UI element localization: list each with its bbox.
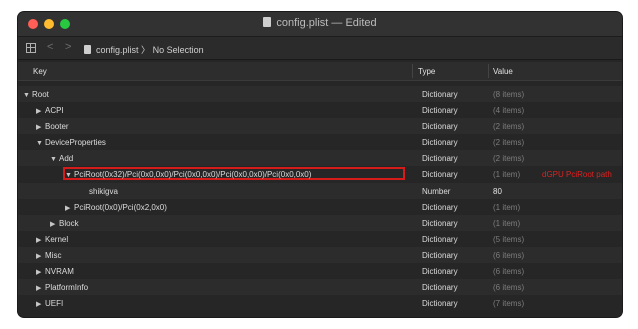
window-title: config.plist — Edited	[18, 17, 622, 29]
row-value: (5 items)	[493, 234, 525, 244]
file-icon	[84, 45, 91, 54]
plist-editor-window: config.plist — Edited < > config.plist 〉…	[18, 12, 622, 317]
disclosure-triangle-icon[interactable]: ▶	[36, 268, 45, 276]
row-nvram[interactable]: ▶ NVRAM Dictionary (6 items)	[18, 263, 622, 279]
disclosure-triangle-icon[interactable]: ▶	[36, 123, 45, 131]
row-type[interactable]: Dictionary	[422, 154, 458, 163]
breadcrumb-filename[interactable]: config.plist	[96, 45, 139, 55]
row-type[interactable]: Dictionary	[422, 122, 458, 131]
row-key: NVRAM	[45, 267, 74, 277]
row-key: ACPI	[45, 106, 64, 116]
row-key: UEFI	[45, 299, 64, 309]
row-value: (1 item)	[493, 218, 521, 228]
plist-outline: ▼ Root Dictionary (8 items) ▶ ACPI Diction…	[18, 86, 622, 311]
row-value[interactable]: 80	[493, 187, 502, 196]
disclosure-triangle-icon[interactable]: ▶	[36, 236, 45, 244]
disclosure-triangle-icon[interactable]: ▶	[36, 107, 45, 115]
row-type[interactable]: Dictionary	[422, 106, 458, 115]
row-platforminfo[interactable]: ▶ PlatformInfo Dictionary (6 items)	[18, 279, 622, 296]
disclosure-triangle-icon[interactable]: ▼	[50, 156, 59, 163]
row-type[interactable]: Dictionary	[422, 138, 458, 147]
row-value: (1 item)	[493, 170, 521, 180]
row-value: (2 items)	[493, 122, 525, 132]
row-value: (2 items)	[493, 154, 525, 164]
row-key: Block	[59, 218, 79, 228]
disclosure-triangle-icon[interactable]: ▶	[36, 252, 45, 260]
column-key[interactable]: Key	[33, 67, 47, 76]
column-header: Key Type Value	[18, 62, 622, 81]
column-divider[interactable]	[488, 64, 489, 78]
row-key: shikigva	[89, 186, 118, 196]
disclosure-triangle-icon[interactable]: ▶	[36, 284, 45, 292]
disclosure-triangle-icon[interactable]: ▶	[65, 204, 74, 212]
row-type[interactable]: Dictionary	[422, 203, 458, 212]
row-pciroot-igpu[interactable]: ▶ PciRoot(0x0)/Pci(0x2,0x0) Dictionary (1…	[18, 199, 622, 215]
row-booter[interactable]: ▶ Booter Dictionary (2 items)	[18, 118, 622, 135]
row-value: (2 items)	[493, 138, 525, 148]
row-root[interactable]: ▼ Root Dictionary (8 items)	[18, 86, 622, 103]
row-key: Booter	[45, 122, 69, 132]
breadcrumb: config.plist 〉 No Selection	[84, 43, 204, 56]
row-block[interactable]: ▶ Block Dictionary (1 item)	[18, 214, 622, 231]
disclosure-triangle-icon[interactable]: ▼	[36, 140, 45, 147]
row-value: (4 items)	[493, 106, 525, 116]
row-key: Add	[59, 154, 74, 164]
row-key: DeviceProperties	[45, 138, 106, 148]
row-kernel[interactable]: ▶ Kernel Dictionary (5 items)	[18, 231, 622, 247]
row-type[interactable]: Dictionary	[422, 219, 458, 228]
row-add[interactable]: ▼ Add Dictionary (2 items)	[18, 150, 622, 167]
row-deviceproperties[interactable]: ▼ DeviceProperties Dictionary (2 items)	[18, 134, 622, 150]
row-key: PlatformInfo	[45, 283, 89, 293]
column-type[interactable]: Type	[418, 67, 435, 76]
row-value: (1 item)	[493, 202, 521, 212]
document-icon	[263, 17, 272, 27]
row-key: PciRoot(0x0)/Pci(0x2,0x0)	[74, 202, 167, 212]
row-type[interactable]: Dictionary	[422, 235, 458, 244]
grid-view-icon[interactable]	[26, 43, 36, 53]
row-type[interactable]: Dictionary	[422, 267, 458, 276]
row-type[interactable]: Dictionary	[422, 283, 458, 292]
back-arrow-icon[interactable]: <	[47, 41, 53, 53]
disclosure-triangle-icon[interactable]: ▶	[36, 300, 45, 308]
row-misc[interactable]: ▶ Misc Dictionary (6 items)	[18, 246, 622, 264]
disclosure-triangle-icon[interactable]: ▼	[65, 172, 74, 179]
row-type[interactable]: Dictionary	[422, 170, 458, 179]
row-type[interactable]: Number	[422, 187, 450, 196]
annotation-label: dGPU PciRoot path	[542, 170, 612, 180]
row-value: (7 items)	[493, 299, 525, 309]
title-bar: config.plist — Edited	[18, 12, 622, 37]
row-type[interactable]: Dictionary	[422, 299, 458, 308]
breadcrumb-separator: 〉	[141, 45, 151, 55]
window-title-text: config.plist — Edited	[276, 17, 377, 29]
row-uefi[interactable]: ▶ UEFI Dictionary (7 items)	[18, 295, 622, 311]
row-key: Kernel	[45, 234, 69, 244]
row-value: (6 items)	[493, 250, 525, 260]
row-value: (6 items)	[493, 267, 525, 277]
row-value: (6 items)	[493, 283, 525, 293]
disclosure-triangle-icon[interactable]: ▶	[50, 220, 59, 228]
row-type[interactable]: Dictionary	[422, 90, 458, 99]
row-key: PciRoot(0x32)/Pci(0x0,0x0)/Pci(0x0,0x0)/…	[74, 170, 312, 180]
breadcrumb-selection[interactable]: No Selection	[153, 45, 204, 55]
column-value[interactable]: Value	[493, 67, 513, 76]
row-key: Misc	[45, 250, 62, 260]
toolbar: < > config.plist 〉 No Selection	[18, 37, 622, 60]
row-pciroot-dgpu[interactable]: ▼ PciRoot(0x32)/Pci(0x0,0x0)/Pci(0x0,0x0)…	[18, 166, 622, 182]
row-acpi[interactable]: ▶ ACPI Dictionary (4 items)	[18, 102, 622, 118]
row-shikigva[interactable]: shikigva Number 80	[18, 182, 622, 199]
disclosure-triangle-icon[interactable]: ▼	[23, 92, 32, 99]
row-type[interactable]: Dictionary	[422, 251, 458, 260]
row-value: (8 items)	[493, 90, 525, 99]
row-key: Root	[32, 90, 49, 99]
column-divider[interactable]	[412, 64, 413, 78]
forward-arrow-icon[interactable]: >	[65, 41, 71, 53]
